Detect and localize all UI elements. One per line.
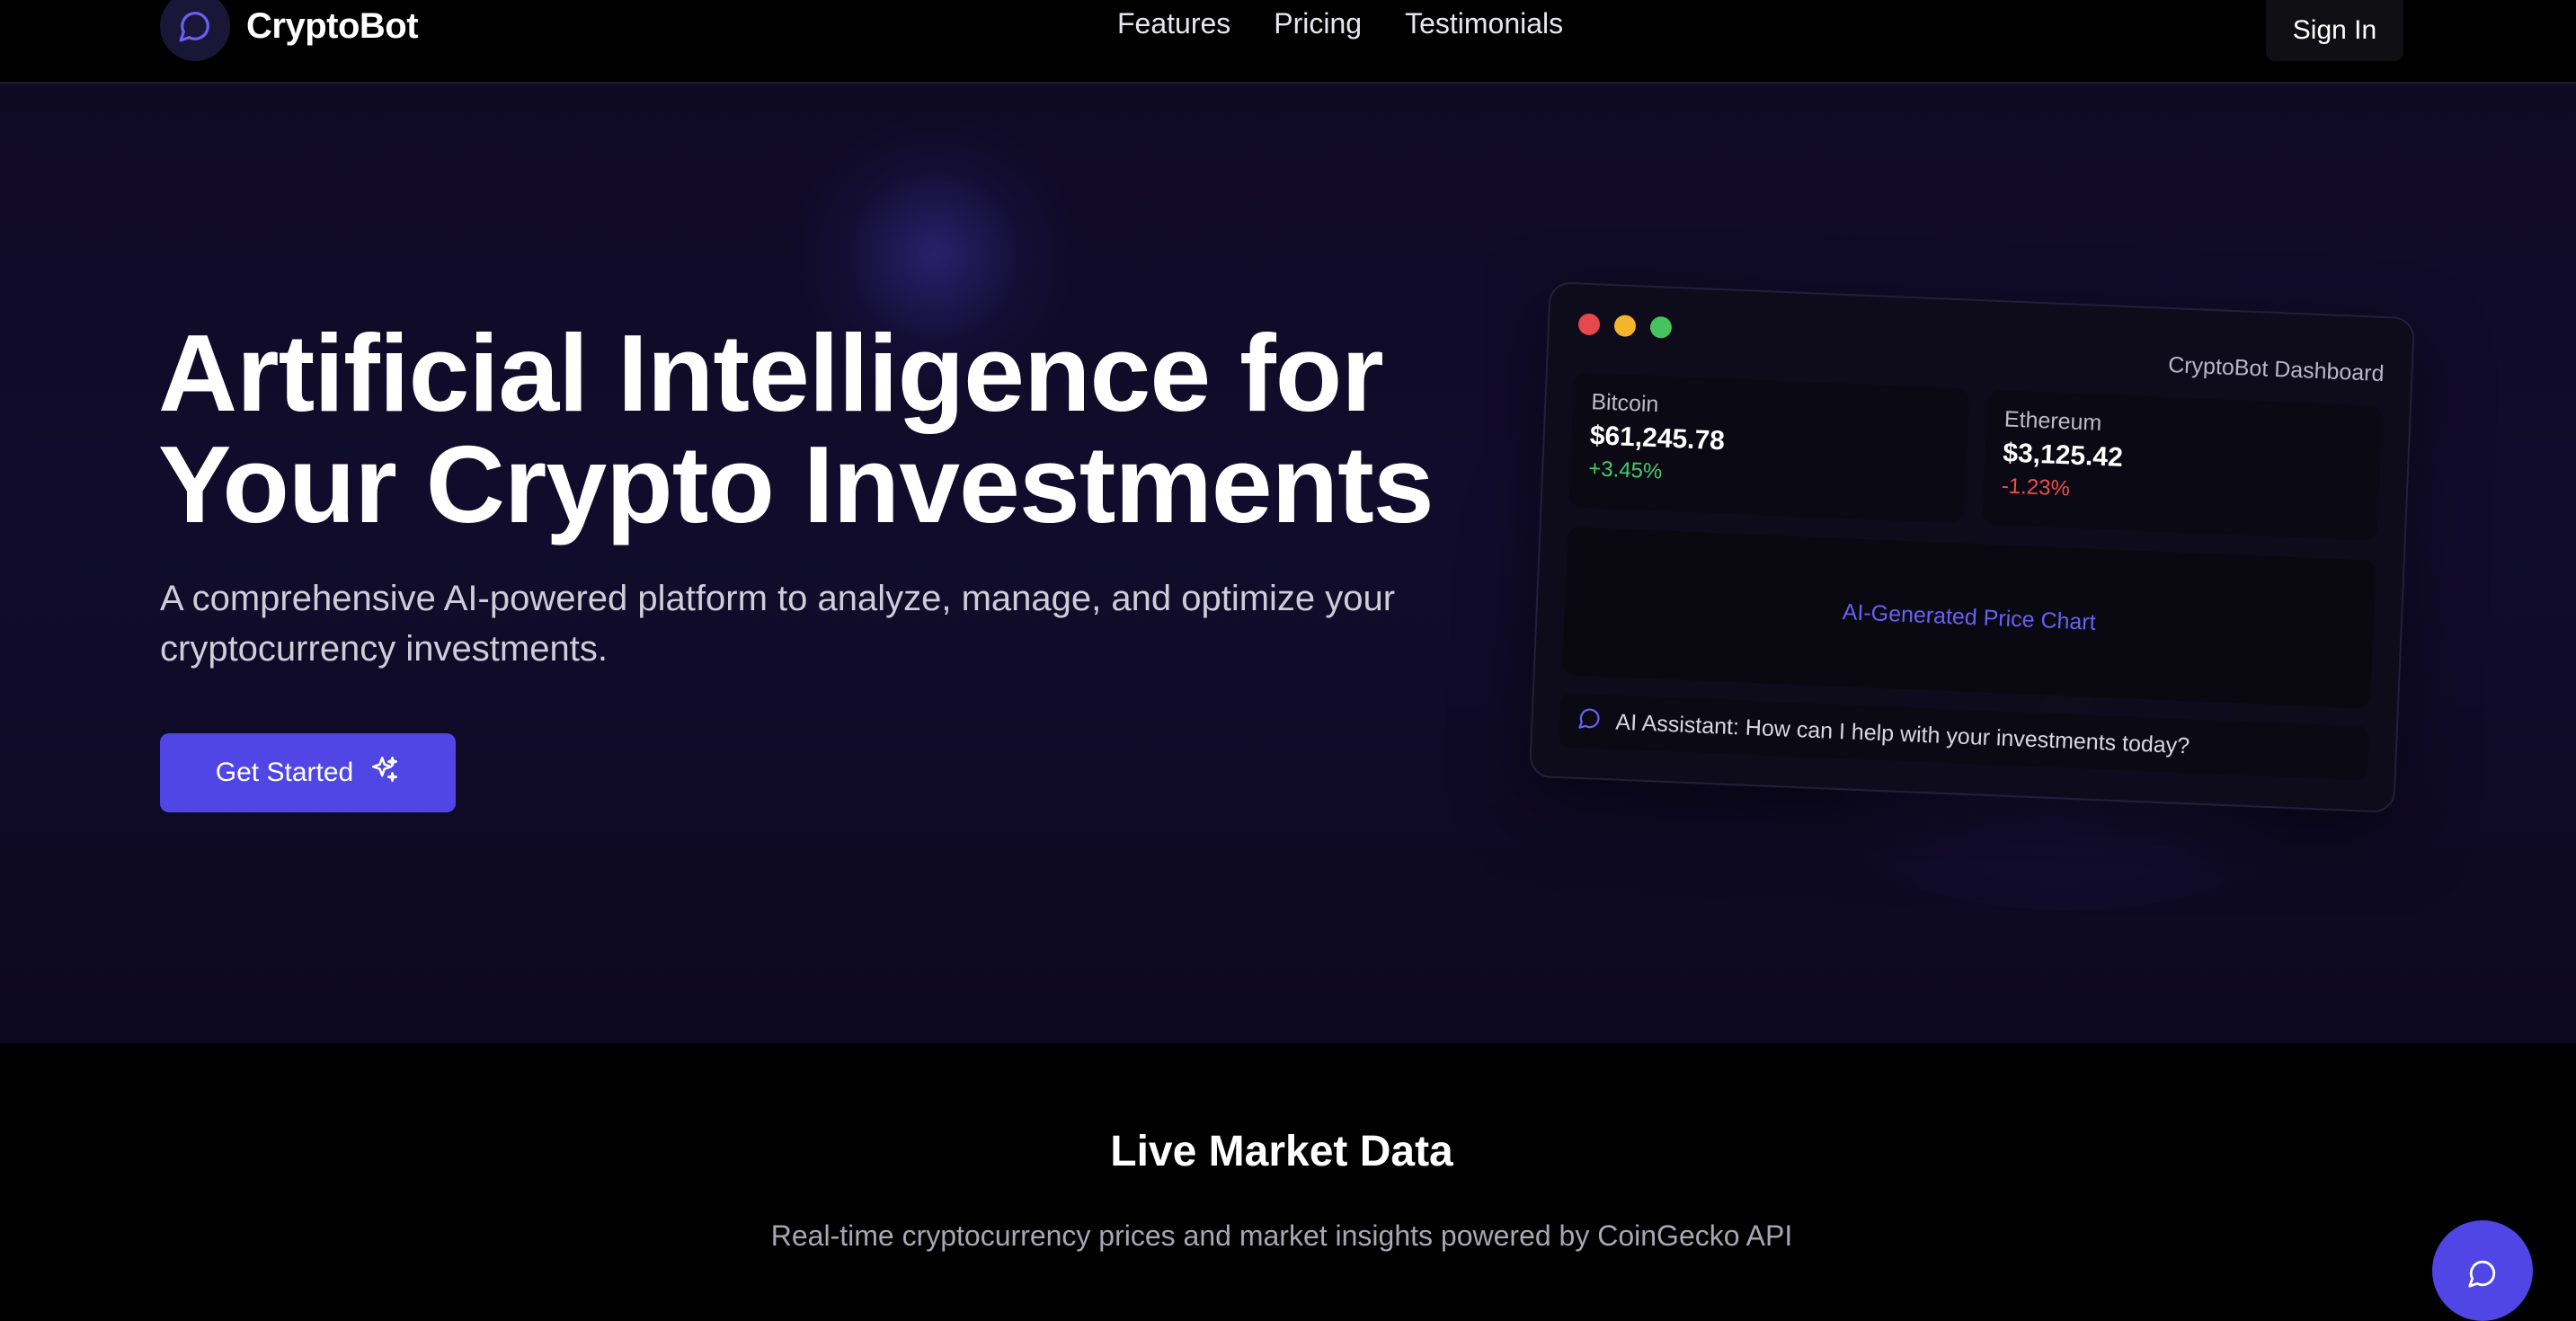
hero-headline: Artificial Intelligence for Your Crypto … — [158, 317, 1614, 540]
assistant-text: AI Assistant: How can I help with your i… — [1614, 709, 2190, 758]
brand-logo[interactable]: CryptoBot — [160, 0, 419, 61]
chat-bubble-icon — [1577, 705, 1602, 736]
get-started-button[interactable]: Get Started — [160, 733, 456, 812]
headline-line-1: Artificial Intelligence for — [158, 312, 1384, 434]
nav-link-pricing[interactable]: Pricing — [1274, 7, 1362, 40]
close-dot — [1577, 313, 1601, 336]
hero-section: Artificial Intelligence for Your Crypto … — [0, 84, 2576, 1043]
nav-link-testimonials[interactable]: Testimonials — [1405, 7, 1563, 40]
section-title: Live Market Data — [1110, 1128, 1453, 1175]
maximize-dot — [1649, 315, 1673, 339]
minimize-dot — [1613, 315, 1637, 338]
nav-link-features[interactable]: Features — [1117, 7, 1230, 40]
price-chart-placeholder: AI-Generated Price Chart — [1561, 527, 2376, 709]
chat-bubble-icon — [2467, 1258, 2498, 1293]
coin-card-ethereum: Ethereum $3,125.42 -1.23% — [1982, 389, 2383, 541]
window-controls — [1577, 313, 1673, 339]
hero-subtext: A comprehensive AI-powered platform to a… — [160, 579, 1396, 669]
dashboard-title: CryptoBot Dashboard — [2167, 351, 2385, 387]
sign-in-button[interactable]: Sign In — [2266, 0, 2403, 61]
site-header: CryptoBot Features Pricing Testimonials … — [0, 0, 2576, 84]
ai-assistant-bar: AI Assistant: How can I help with your i… — [1559, 692, 2370, 781]
sparkles-icon — [369, 754, 400, 792]
market-section: Live Market Data Real-time cryptocurrenc… — [0, 1043, 2576, 1305]
chat-bubble-icon — [160, 0, 230, 61]
section-subtitle: Real-time cryptocurrency prices and mark… — [770, 1219, 1793, 1252]
get-started-label: Get Started — [215, 758, 354, 787]
main-nav: Features Pricing Testimonials — [1117, 7, 1563, 40]
chart-label: AI-Generated Price Chart — [1842, 599, 2097, 635]
dashboard-preview: CryptoBot Dashboard Bitcoin $61,245.78 +… — [1528, 281, 2416, 813]
brand-name: CryptoBot — [246, 5, 419, 46]
headline-line-2: Your Crypto Investments — [158, 423, 1435, 545]
chat-widget-button[interactable] — [2432, 1220, 2533, 1321]
coin-card-bitcoin: Bitcoin $61,245.78 +3.45% — [1568, 372, 1970, 524]
